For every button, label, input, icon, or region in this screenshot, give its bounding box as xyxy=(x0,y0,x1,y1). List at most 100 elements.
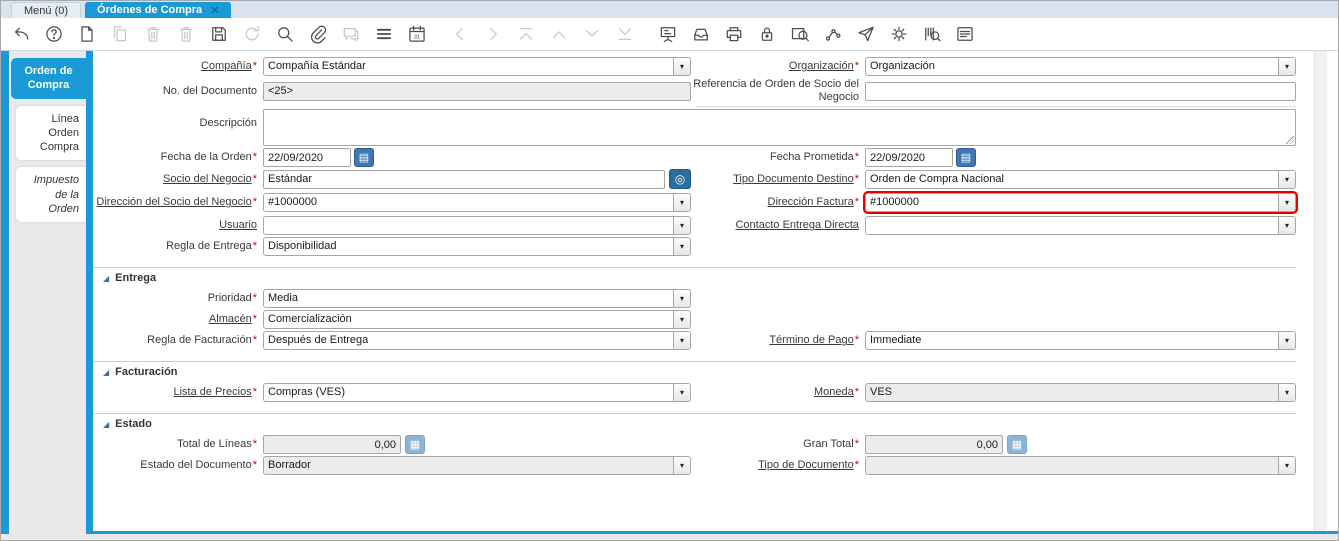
usuario-select[interactable]: ▾ xyxy=(263,216,691,236)
delete-record-icon xyxy=(143,24,163,44)
contacto-entrega-value xyxy=(866,217,1278,234)
record-info-icon[interactable]: ◎ xyxy=(669,169,691,190)
chevron-down-icon[interactable]: ▾ xyxy=(673,290,690,308)
no-documento-input[interactable] xyxy=(263,81,691,101)
direccion-socio-select[interactable]: #1000000 ▾ xyxy=(263,193,691,213)
section-separator xyxy=(93,267,1296,269)
organizacion-label: Organización* xyxy=(788,59,859,72)
form-row: Regla de Entrega* Disponibilidad ▾ xyxy=(93,237,1296,257)
form-row: Total de Líneas* ▦ Gran Total* ▦ xyxy=(93,435,1296,455)
prioridad-select[interactable]: Media ▾ xyxy=(263,289,691,309)
request-icon[interactable] xyxy=(856,24,876,44)
help-icon[interactable] xyxy=(44,24,64,44)
moneda-select[interactable]: VES ▾ xyxy=(865,383,1296,403)
lista-precios-label: Lista de Precios* xyxy=(173,386,257,399)
grid-toggle-icon[interactable] xyxy=(374,24,394,44)
calculator-icon[interactable]: ▦ xyxy=(1007,435,1027,455)
section-collapse-icon[interactable]: ◢ xyxy=(103,420,109,429)
calendar-icon[interactable]: ▤ xyxy=(354,148,374,168)
tipo-documento-select[interactable]: ▾ xyxy=(865,456,1296,476)
save-icon[interactable] xyxy=(209,24,229,44)
chevron-down-icon[interactable]: ▾ xyxy=(673,58,690,75)
contacto-entrega-label: Contacto Entrega Directa xyxy=(735,219,859,232)
detail-record-icon xyxy=(483,24,503,44)
chevron-down-icon[interactable]: ▾ xyxy=(673,194,690,212)
chevron-down-icon[interactable]: ▾ xyxy=(1278,384,1295,402)
sidebar-tab-orden-de-compra[interactable]: Orden de Compra xyxy=(11,58,86,99)
chevron-down-icon[interactable]: ▾ xyxy=(1278,58,1295,75)
find-icon[interactable] xyxy=(275,24,295,44)
almacen-select[interactable]: Comercialización ▾ xyxy=(263,310,691,330)
print-icon[interactable] xyxy=(724,24,744,44)
almacen-value: Comercialización xyxy=(268,313,352,326)
resize-handle-icon[interactable] xyxy=(1284,134,1294,145)
calendar-icon[interactable]: 31 xyxy=(407,24,427,44)
record-info-icon[interactable] xyxy=(790,24,810,44)
refresh-icon xyxy=(242,24,262,44)
gran-total-input[interactable] xyxy=(865,435,1003,455)
descripcion-textarea[interactable] xyxy=(263,109,1296,147)
tab-sidebar: Orden de Compra Línea Orden Compra Impue… xyxy=(1,51,86,534)
product-info-icon[interactable] xyxy=(922,24,942,44)
lista-precios-value: Compras (VES) xyxy=(268,386,346,399)
chevron-down-icon[interactable]: ▾ xyxy=(1278,217,1295,235)
form-row: Regla de Facturación* Después de Entrega… xyxy=(93,331,1296,351)
termino-pago-select[interactable]: Immediate ▾ xyxy=(865,331,1296,351)
tipo-documento-label: Tipo de Documento* xyxy=(758,459,859,472)
form-row: Prioridad* Media ▾ xyxy=(93,289,1296,309)
tab-ordenes-de-compra-label: Órdenes de Compra xyxy=(97,4,203,16)
chevron-down-icon[interactable]: ▾ xyxy=(1278,170,1295,188)
direccion-factura-select[interactable]: #1000000 ▾ xyxy=(865,193,1296,213)
organizacion-select[interactable]: Organización ▾ xyxy=(865,57,1296,76)
contacto-entrega-select[interactable]: ▾ xyxy=(865,216,1296,236)
scrollbar-track[interactable] xyxy=(1314,51,1327,531)
chevron-down-icon[interactable]: ▾ xyxy=(673,238,690,256)
process-icon[interactable] xyxy=(889,24,909,44)
termino-pago-label: Término de Pago* xyxy=(769,334,859,347)
report-icon[interactable] xyxy=(658,24,678,44)
fecha-prometida-input[interactable] xyxy=(865,148,953,168)
parent-record-icon xyxy=(450,24,470,44)
regla-facturacion-label: Regla de Facturación* xyxy=(147,334,257,347)
lock-icon[interactable] xyxy=(757,24,777,44)
quick-form-icon[interactable] xyxy=(955,24,975,44)
regla-entrega-select[interactable]: Disponibilidad ▾ xyxy=(263,237,691,257)
referencia-input[interactable] xyxy=(865,81,1296,101)
calendar-icon[interactable]: ▤ xyxy=(956,148,976,168)
section-collapse-icon[interactable]: ◢ xyxy=(103,368,109,377)
close-icon[interactable]: ✕ xyxy=(210,4,219,17)
form-row: Usuario ▾ Contacto Entrega Directa ▾ xyxy=(93,216,1296,236)
calculator-icon[interactable]: ▦ xyxy=(405,435,425,455)
organizacion-value: Organización xyxy=(870,60,935,72)
total-lineas-input[interactable] xyxy=(263,435,401,455)
regla-facturacion-select[interactable]: Después de Entrega ▾ xyxy=(263,331,691,351)
chevron-down-icon[interactable]: ▾ xyxy=(1278,457,1295,475)
chevron-down-icon[interactable]: ▾ xyxy=(673,384,690,402)
regla-facturacion-value: Después de Entrega xyxy=(268,334,369,347)
new-record-icon[interactable] xyxy=(77,24,97,44)
sidebar-tab-impuesto-de-la-orden[interactable]: Impuesto de la Orden xyxy=(16,167,86,223)
chevron-down-icon[interactable]: ▾ xyxy=(673,217,690,235)
socio-input[interactable] xyxy=(263,169,665,189)
compania-select[interactable]: Compañía Estándar ▾ xyxy=(263,57,691,76)
section-collapse-icon[interactable]: ◢ xyxy=(103,274,109,283)
chevron-down-icon[interactable]: ▾ xyxy=(673,332,690,350)
chevron-down-icon[interactable]: ▾ xyxy=(673,457,690,475)
lista-precios-select[interactable]: Compras (VES) ▾ xyxy=(263,383,691,403)
section-separator xyxy=(93,413,1296,415)
tipo-doc-destino-select[interactable]: Orden de Compra Nacional ▾ xyxy=(865,169,1296,189)
fecha-orden-input[interactable] xyxy=(263,148,351,168)
chevron-down-icon[interactable]: ▾ xyxy=(1278,332,1295,350)
undo-icon[interactable] xyxy=(11,24,31,44)
attachment-icon[interactable] xyxy=(308,24,328,44)
tab-ordenes-de-compra[interactable]: Órdenes de Compra ✕ xyxy=(85,2,232,18)
estado-documento-select[interactable]: Borrador ▾ xyxy=(263,456,691,476)
form-row: Socio del Negocio* ◎ Tipo Documento Dest… xyxy=(93,169,1296,190)
chevron-down-icon[interactable]: ▾ xyxy=(673,311,690,329)
archive-icon[interactable] xyxy=(691,24,711,44)
sidebar-tab-linea-orden-compra[interactable]: Línea Orden Compra xyxy=(16,105,86,161)
chevron-down-icon[interactable]: ▾ xyxy=(1278,194,1295,212)
workflow-icon[interactable] xyxy=(823,24,843,44)
tab-menu[interactable]: Menú (0) xyxy=(11,2,82,18)
form-row: No. del Documento Referencia de Orden de… xyxy=(93,78,1296,104)
